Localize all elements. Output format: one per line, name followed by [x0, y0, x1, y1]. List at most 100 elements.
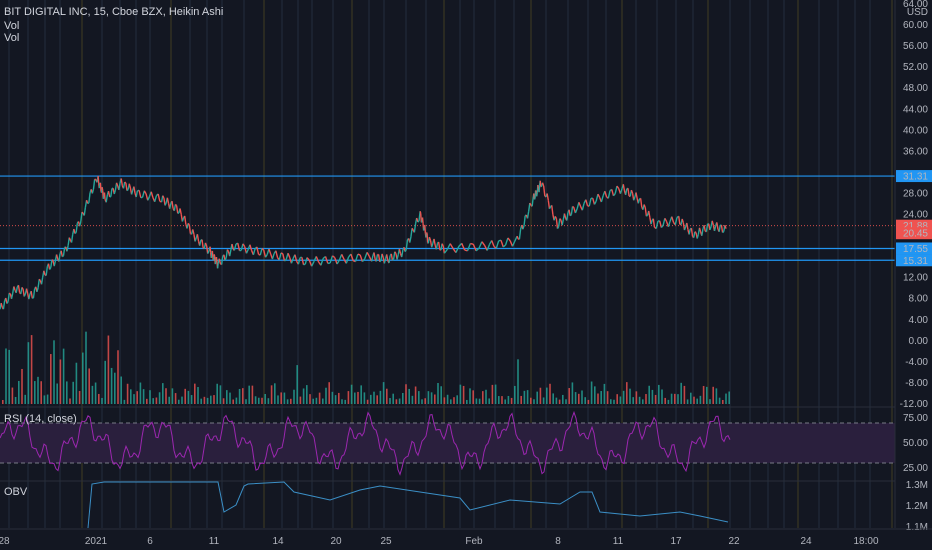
ha-candle — [533, 198, 536, 200]
volume-bar — [322, 398, 324, 404]
ha-candle — [539, 180, 542, 187]
volume-bar — [686, 399, 689, 404]
ha-candle — [574, 208, 578, 214]
volume-bar — [626, 382, 628, 404]
ha-candle — [124, 181, 127, 184]
ha-candle — [53, 260, 57, 267]
volume-bar — [72, 381, 74, 404]
ha-candle — [518, 229, 522, 240]
rsi-legend[interactable]: RSI (14, close) — [4, 413, 77, 425]
ha-candle — [120, 178, 124, 186]
ha-candle — [304, 257, 308, 265]
ha-candle — [30, 290, 34, 299]
ha-candle — [481, 241, 486, 247]
volume-bar — [245, 399, 247, 404]
price-series — [0, 175, 727, 310]
time-tick-label: 8 — [555, 536, 561, 547]
price-tick-label: -8.00 — [905, 378, 928, 389]
volume-bar — [101, 397, 103, 404]
ha-candle — [578, 202, 582, 207]
ha-candle — [716, 222, 719, 230]
vol-legend-1[interactable]: Vol — [4, 20, 19, 32]
rsi-tick-label: 25.00 — [903, 463, 928, 474]
ha-candle — [278, 252, 282, 260]
volume-bar — [389, 398, 391, 404]
volume-bar — [242, 388, 244, 404]
ha-candle — [559, 218, 562, 221]
ha-candle — [431, 243, 434, 248]
ha-candle — [275, 250, 279, 259]
price-axis[interactable]: 64.0060.0056.0052.0048.0044.0040.0036.00… — [894, 0, 932, 550]
ha-candle — [637, 198, 641, 204]
ha-candle — [658, 220, 663, 228]
rsi-tick-label: 50.00 — [903, 438, 928, 449]
ha-candle — [546, 193, 549, 201]
volume-bar — [75, 362, 78, 404]
volume-bar — [520, 395, 522, 404]
ha-candle — [538, 185, 541, 193]
price-tick-label: 12.00 — [903, 273, 928, 284]
ha-candle — [622, 184, 626, 192]
volume-bar — [670, 393, 673, 404]
volume-bar — [600, 391, 602, 404]
ha-candle — [398, 248, 402, 254]
ha-candle — [81, 211, 84, 214]
ha-candle — [268, 248, 272, 255]
volume-bar — [277, 395, 279, 404]
ha-candle — [466, 243, 472, 252]
ha-candle — [259, 248, 263, 256]
volume-bar — [664, 397, 666, 404]
ha-candle — [722, 231, 725, 234]
volume-bar — [350, 384, 353, 404]
ha-candle — [233, 243, 237, 251]
price-badge-label: 15.31 — [903, 256, 928, 267]
volume-bar — [699, 395, 702, 404]
symbol-legend[interactable]: BIT DIGITAL INC, 15, Cboe BZX, Heikin As… — [4, 6, 223, 18]
ha-candle — [391, 258, 395, 261]
obv-legend[interactable]: OBV — [4, 486, 27, 498]
volume-bar — [312, 398, 314, 404]
time-axis[interactable]: 28 2021 6 11 14 20 25 Feb 8 11 17 22 24 18:00 — [0, 528, 932, 547]
ha-candle — [192, 229, 195, 235]
price-tick-label: -12.00 — [900, 399, 929, 410]
volume-bar — [414, 386, 417, 404]
volume-bar — [94, 382, 97, 404]
ha-candle — [531, 196, 534, 207]
ha-candle — [681, 218, 685, 223]
ha-candle — [572, 205, 575, 208]
volume-bar — [174, 393, 177, 404]
price-tick-label: 40.00 — [903, 125, 928, 136]
price-tick-label: 36.00 — [903, 146, 928, 157]
volume-bar — [645, 394, 647, 404]
ha-candle — [650, 220, 653, 225]
volume-bar — [296, 365, 298, 404]
volume-bar — [40, 381, 42, 404]
chart-canvas[interactable]: 6 4.00 60.00 56.00 52.00 48.00 44.00 40.00 36.00… — [0, 0, 932, 550]
ha-candle — [28, 293, 31, 300]
ha-candle — [470, 242, 474, 245]
rsi-tick-label: 75.00 — [903, 413, 928, 424]
ha-candle — [660, 224, 664, 228]
volume-bar — [613, 399, 615, 404]
ha-candle — [694, 231, 697, 234]
ha-candle — [516, 235, 519, 240]
price-tick-label: 8.00 — [909, 294, 929, 305]
volume-bar — [606, 391, 609, 404]
ha-candle — [588, 198, 592, 207]
volume-bar — [91, 385, 94, 404]
volume-bar — [120, 376, 122, 404]
ha-candle — [526, 211, 530, 219]
volume-bar — [283, 392, 286, 404]
volume-bar — [418, 391, 420, 404]
volume-bar — [43, 395, 46, 404]
volume-bar — [373, 391, 375, 404]
price-badge-label: 17.55 — [903, 244, 928, 255]
vol-legend-2[interactable]: Vol — [4, 32, 19, 44]
time-tick-label: 17 — [670, 536, 682, 547]
ha-candle — [37, 279, 40, 288]
ha-candle — [569, 214, 572, 217]
volume-bar — [424, 398, 426, 404]
ha-candle — [211, 250, 214, 259]
volume-bar — [331, 391, 334, 404]
volume-bar — [581, 390, 583, 404]
